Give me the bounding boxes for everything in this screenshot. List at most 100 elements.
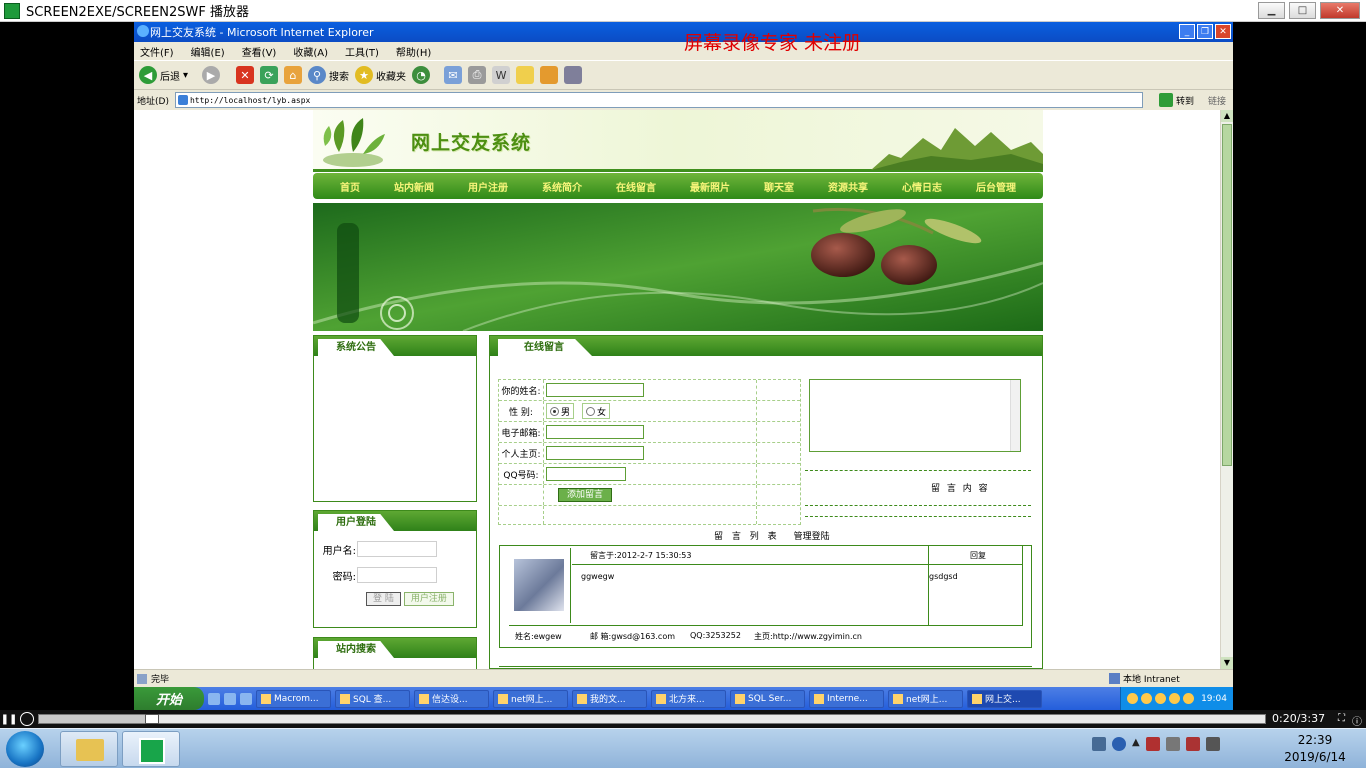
- nav-home[interactable]: 首页: [340, 179, 360, 194]
- ie-restore-button[interactable]: ❐: [1197, 24, 1213, 39]
- task-button[interactable]: SQL 查...: [335, 689, 410, 708]
- task-button[interactable]: 信达设...: [414, 689, 489, 708]
- media-icon[interactable]: [564, 66, 583, 84]
- tray-icon[interactable]: [1183, 693, 1195, 704]
- scroll-up-icon[interactable]: ▲: [1221, 110, 1233, 122]
- male-radio[interactable]: 男: [546, 403, 575, 419]
- links-label[interactable]: 链接: [1208, 94, 1226, 107]
- menu-help[interactable]: 帮助(H): [396, 44, 431, 59]
- win7-clock[interactable]: 22:39 2019/6/14: [1282, 732, 1348, 766]
- scroll-down-icon[interactable]: ▼: [1221, 657, 1233, 669]
- scroll-thumb[interactable]: [1222, 124, 1232, 466]
- xp-clock: 19:04: [1201, 693, 1227, 704]
- ie-icon: [972, 693, 982, 704]
- author-homepage[interactable]: 主页:http://www.zgyimin.cn: [754, 631, 862, 642]
- minimize-button[interactable]: ▁: [1258, 2, 1285, 19]
- ie-quicklaunch-icon[interactable]: [208, 692, 220, 705]
- stop-circle-icon[interactable]: [20, 712, 34, 726]
- menu-view[interactable]: 查看(V): [242, 44, 277, 59]
- edit-icon[interactable]: W: [492, 66, 511, 84]
- qq-input[interactable]: [546, 467, 626, 481]
- progress-thumb[interactable]: [144, 714, 159, 724]
- note-icon[interactable]: [516, 66, 535, 84]
- media-quicklaunch-icon[interactable]: [240, 692, 252, 705]
- username-input[interactable]: [357, 541, 437, 557]
- tray-icon[interactable]: [1127, 693, 1139, 704]
- player-title: SCREEN2EXE/SCREEN2SWF 播放器: [26, 5, 249, 20]
- network-icon[interactable]: [1185, 737, 1200, 751]
- ie-minimize-button[interactable]: _: [1179, 24, 1195, 39]
- task-button[interactable]: 我的文...: [572, 689, 647, 708]
- flag-icon[interactable]: [1145, 737, 1160, 751]
- nav-news[interactable]: 站内新闻: [394, 179, 434, 194]
- desktop-quicklaunch-icon[interactable]: [224, 692, 236, 705]
- ie-close-button[interactable]: ✕: [1215, 24, 1231, 39]
- menu-edit[interactable]: 编辑(E): [191, 44, 225, 59]
- pause-button[interactable]: ❚❚: [1, 712, 18, 726]
- site-container: 网上交友系统 首页 站内新闻 用户注册 系统简介 在线留言 最新照片 聊天室 资…: [313, 110, 1043, 669]
- textarea-scrollbar[interactable]: [1010, 380, 1020, 451]
- task-button[interactable]: net网上...: [888, 689, 963, 708]
- show-hidden-icon[interactable]: ▲: [1132, 737, 1140, 751]
- page-scrollbar[interactable]: ▲ ▼: [1220, 110, 1233, 669]
- register-button[interactable]: 用户注册: [403, 592, 454, 606]
- name-input[interactable]: [546, 383, 644, 397]
- info-icon[interactable]: ⓘ: [1352, 713, 1362, 728]
- tray-icon[interactable]: [1141, 693, 1153, 704]
- player-taskbar-button[interactable]: [122, 731, 180, 767]
- search-button[interactable]: ⚲ 搜索: [308, 66, 349, 84]
- fullscreen-icon[interactable]: ⛶: [1338, 713, 1345, 724]
- nav-guestbook[interactable]: 在线留言: [616, 179, 656, 194]
- task-button[interactable]: Interne...: [809, 689, 884, 708]
- task-button[interactable]: net网上...: [493, 689, 568, 708]
- help-icon[interactable]: [1112, 737, 1126, 751]
- nav-photos[interactable]: 最新照片: [690, 179, 730, 194]
- address-input[interactable]: http://localhost/lyb.aspx: [174, 92, 1143, 108]
- homepage-input[interactable]: [546, 446, 644, 460]
- admin-login-link[interactable]: 管理登陆: [794, 529, 830, 542]
- message-content-textarea[interactable]: [809, 379, 1021, 452]
- login-button[interactable]: 登 陆: [366, 592, 401, 606]
- back-button[interactable]: ◀ 后退 ▾: [139, 66, 188, 84]
- progress-slider[interactable]: [38, 714, 1266, 724]
- nav-register[interactable]: 用户注册: [468, 179, 508, 194]
- volume-muted-icon[interactable]: [1165, 737, 1180, 751]
- start-button[interactable]: 开始: [134, 687, 204, 710]
- task-button-active[interactable]: 网上交...: [967, 689, 1042, 708]
- refresh-icon[interactable]: ⟳: [260, 66, 279, 84]
- password-input[interactable]: [357, 567, 437, 583]
- nav-about[interactable]: 系统简介: [542, 179, 582, 194]
- signal-icon[interactable]: [1205, 737, 1220, 751]
- favorites-button[interactable]: ★ 收藏夹: [355, 66, 406, 84]
- history-icon[interactable]: ◔: [412, 66, 431, 84]
- windows-start-orb[interactable]: [6, 731, 44, 767]
- female-radio[interactable]: 女: [582, 403, 611, 419]
- stop-icon[interactable]: ✕: [236, 66, 255, 84]
- keyboard-icon[interactable]: [1092, 737, 1106, 751]
- email-label: 电子邮箱:: [499, 422, 544, 442]
- print-icon[interactable]: ⎙: [468, 66, 487, 84]
- task-button[interactable]: 北方来...: [651, 689, 726, 708]
- tray-icon[interactable]: [1169, 693, 1181, 704]
- add-message-button[interactable]: 添加留言: [558, 488, 613, 502]
- nav-resources[interactable]: 资源共享: [828, 179, 868, 194]
- menu-tools[interactable]: 工具(T): [345, 44, 379, 59]
- explorer-taskbar-button[interactable]: [60, 731, 118, 767]
- mail-icon[interactable]: ✉: [444, 66, 463, 84]
- maximize-button[interactable]: □: [1289, 2, 1316, 19]
- nav-diary[interactable]: 心情日志: [902, 179, 942, 194]
- tray-icon[interactable]: [1155, 693, 1167, 704]
- site-search-box: 站内搜索: [313, 637, 477, 669]
- email-input[interactable]: [546, 425, 644, 439]
- folder-icon[interactable]: [540, 66, 559, 84]
- forward-button[interactable]: ▶: [202, 66, 221, 84]
- nav-admin[interactable]: 后台管理: [976, 179, 1016, 194]
- go-button[interactable]: 转到: [1158, 93, 1194, 107]
- nav-chat[interactable]: 聊天室: [764, 179, 794, 194]
- task-button[interactable]: SQL Ser...: [730, 689, 805, 708]
- home-icon[interactable]: ⌂: [284, 66, 303, 84]
- menu-file[interactable]: 文件(F): [140, 44, 174, 59]
- close-button[interactable]: ✕: [1320, 2, 1360, 19]
- task-button[interactable]: Macrom...: [256, 689, 331, 708]
- menu-favorites[interactable]: 收藏(A): [293, 44, 328, 59]
